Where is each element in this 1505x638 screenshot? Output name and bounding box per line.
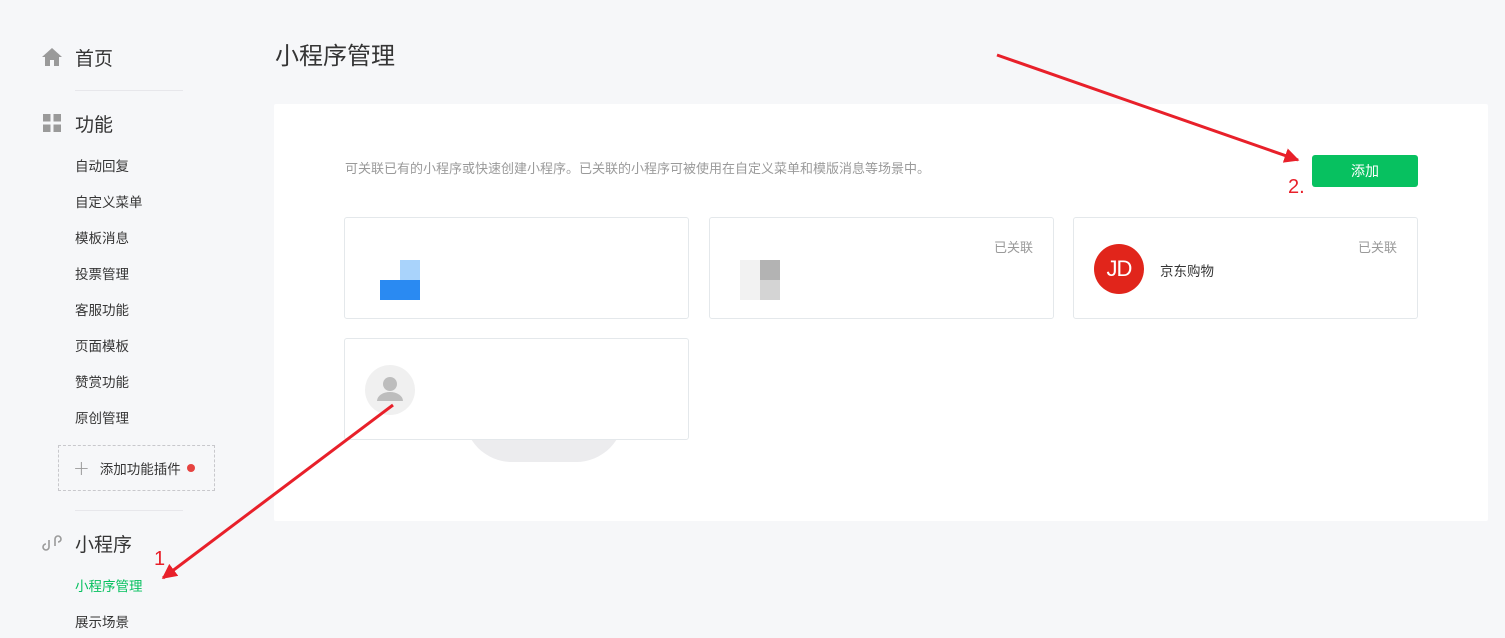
card-status: 已关联 [993, 241, 1033, 256]
grid-icon [40, 111, 64, 135]
sidebar-item-miniprogram-manage[interactable]: 小程序管理 [75, 577, 143, 597]
sidebar-item-custom-menu[interactable]: 自定义菜单 [75, 193, 143, 213]
divider [75, 510, 183, 511]
nav-miniprogram[interactable]: 小程序 [40, 528, 132, 558]
sidebar-item-page-template[interactable]: 页面模板 [75, 337, 129, 357]
sidebar-item-original[interactable]: 原创管理 [75, 409, 129, 429]
card-name: 京东购物 [1160, 264, 1214, 280]
annotation-step-1: 1 [154, 548, 166, 570]
add-plugin-button[interactable]: + 添加功能插件 [58, 445, 215, 491]
page-title: 小程序管理 [275, 42, 395, 70]
sidebar-item-vote[interactable]: 投票管理 [75, 265, 129, 285]
sidebar-item-customer-service[interactable]: 客服功能 [75, 301, 129, 321]
jd-logo: JD [1094, 244, 1144, 294]
miniprogram-card[interactable] [344, 217, 689, 319]
app-root: 首页 功能 自动回复 自定义菜单 模板消息 投票管理 客服功能 页面模板 赞赏功… [0, 0, 1505, 638]
description-text: 可关联已有的小程序或快速创建小程序。已关联的小程序可被使用在自定义菜单和模版消息… [345, 162, 931, 177]
nav-miniprogram-label: 小程序 [75, 533, 133, 556]
miniprogram-logo-icon [740, 260, 780, 300]
miniprogram-logo-icon [380, 260, 420, 300]
sidebar-item-display-scene[interactable]: 展示场景 [75, 613, 129, 633]
content-panel: 可关联已有的小程序或快速创建小程序。已关联的小程序可被使用在自定义菜单和模版消息… [274, 104, 1488, 521]
miniprogram-card[interactable] [344, 338, 689, 440]
home-icon [40, 45, 64, 69]
notification-dot [186, 464, 195, 472]
add-plugin-label: 添加功能插件 [99, 462, 181, 478]
sidebar-item-template-message[interactable]: 模板消息 [75, 229, 129, 249]
nav-feature[interactable]: 功能 [40, 108, 113, 138]
sidebar: 首页 功能 自动回复 自定义菜单 模板消息 投票管理 客服功能 页面模板 赞赏功… [0, 0, 240, 638]
plus-icon: + [73, 456, 90, 480]
add-button[interactable]: 添加 [1312, 155, 1418, 187]
nav-home-label: 首页 [75, 47, 114, 70]
card-status: 已关联 [1357, 241, 1397, 256]
miniprogram-icon [40, 531, 64, 555]
nav-feature-label: 功能 [75, 113, 114, 136]
nav-home[interactable]: 首页 [40, 42, 113, 72]
default-avatar-icon [365, 365, 415, 415]
sidebar-item-auto-reply[interactable]: 自动回复 [75, 157, 129, 177]
divider [75, 90, 183, 91]
miniprogram-card[interactable]: 已关联 [709, 217, 1054, 319]
miniprogram-card[interactable]: JD 京东购物 已关联 [1073, 217, 1418, 319]
annotation-step-2: 2. [1288, 176, 1305, 198]
sidebar-item-reward[interactable]: 赞赏功能 [75, 373, 129, 393]
